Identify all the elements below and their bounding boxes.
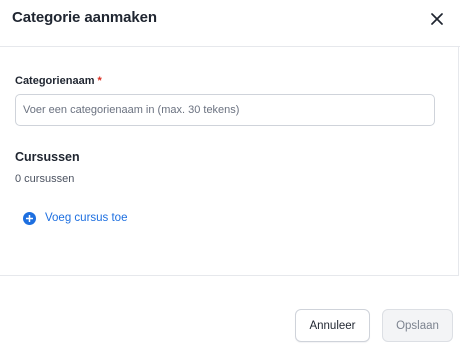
category-name-label: Categorienaam * (15, 75, 102, 87)
dialog-header: Categorie aanmaken (0, 0, 460, 47)
cancel-button[interactable]: Annuleer (295, 309, 370, 342)
close-icon (431, 13, 443, 25)
required-marker: * (97, 75, 102, 87)
courses-section-title: Cursussen (15, 150, 80, 164)
category-name-input[interactable] (15, 94, 435, 126)
course-count: 0 cursussen (15, 173, 75, 185)
add-course-label: Voeg cursus toe (45, 212, 128, 224)
category-name-label-text: Categorienaam (15, 75, 95, 87)
dialog-title: Categorie aanmaken (12, 9, 157, 26)
plus-circle-icon (23, 211, 36, 225)
close-button[interactable] (428, 10, 446, 28)
add-course-button[interactable]: Voeg cursus toe (23, 210, 127, 226)
create-category-dialog: Categorie aanmaken Categorienaam* Cursus… (0, 0, 460, 349)
save-button[interactable]: Opslaan (382, 309, 453, 342)
